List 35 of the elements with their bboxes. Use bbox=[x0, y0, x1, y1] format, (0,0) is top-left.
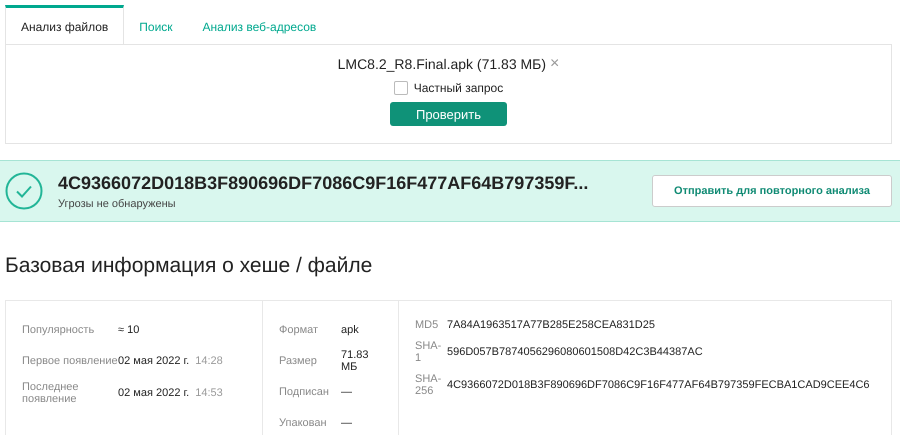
field-value: — bbox=[341, 417, 353, 429]
field-value: apk bbox=[341, 324, 360, 336]
field-value: 71.83 МБ bbox=[341, 349, 370, 373]
check-button[interactable]: Проверить bbox=[390, 102, 507, 126]
hash-value: 7A84A1963517A77B285E258CEA831D25 bbox=[447, 319, 655, 331]
field-label: Первое появление bbox=[22, 355, 118, 367]
hash-label: MD5 bbox=[415, 319, 440, 331]
checkbox[interactable] bbox=[394, 81, 408, 95]
status-text: Угрозы не обнаружены bbox=[58, 198, 177, 210]
field-label: Последнее появление bbox=[22, 381, 80, 405]
hash-value: 4C9366072D018B3F890696DF7086C9F16F477AF64B797359FECBA1CAD9CEE4C6 bbox=[447, 379, 870, 391]
resubmit-button[interactable]: Отправить для повторного анализа bbox=[652, 175, 892, 207]
hash-label: SHA-256 bbox=[415, 373, 442, 397]
hash-label: SHA-1 bbox=[415, 340, 442, 364]
checkbox-label: Частный запрос bbox=[414, 81, 504, 95]
section-heading: Базовая информация о хеше / файле bbox=[5, 254, 374, 278]
tab[interactable]: Поиск bbox=[124, 5, 188, 44]
field-value: ≈ 10 bbox=[118, 324, 140, 336]
field-value: — bbox=[341, 386, 353, 398]
field-label: Формат bbox=[279, 324, 320, 336]
check-circle-icon bbox=[5, 172, 43, 210]
time-value: 14:28 bbox=[195, 355, 223, 367]
field-label: Упакован bbox=[279, 417, 328, 429]
field-label: Популярность bbox=[22, 324, 96, 336]
tab[interactable]: Анализ файлов bbox=[5, 5, 124, 44]
field-label: Размер bbox=[279, 355, 318, 367]
hash-value: 596D057B7874056296080601508D42C3B44387AC bbox=[447, 346, 703, 358]
time-value: 14:53 bbox=[195, 387, 223, 399]
field-value: 02 мая 2022 г. bbox=[118, 355, 190, 367]
remove-button[interactable]: × bbox=[550, 55, 560, 73]
tab[interactable]: Анализ веб-адресов bbox=[188, 5, 332, 44]
field-value: 02 мая 2022 г. bbox=[118, 387, 190, 399]
field-label: Подписан bbox=[279, 386, 330, 398]
file-name: LMC8.2_R8.Final.apk (71.83 МБ) bbox=[338, 56, 546, 72]
file-hash: 4C9366072D018B3F890696DF7086C9F16F477AF64B797359F... bbox=[58, 172, 590, 194]
